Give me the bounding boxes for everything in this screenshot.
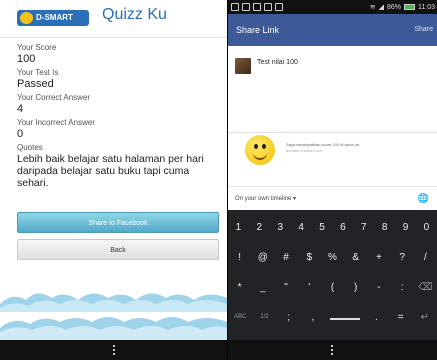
key-open-paren[interactable]: ( [323, 282, 342, 293]
share-header: Share Link Share [228, 14, 437, 46]
notification-icons [231, 3, 283, 11]
preview-title: Saya mendapatkan score 100 di quizz ini [286, 142, 359, 147]
key-single-quote[interactable]: ' [300, 282, 319, 293]
battery-percent: 86% [386, 3, 401, 11]
facebook-share-screen: ≋ ◢ 86% 11:03 Share Link Share Test nila… [228, 0, 437, 360]
key-hash[interactable]: # [277, 252, 296, 263]
globe-icon[interactable]: 🌐 [418, 193, 429, 204]
battery-icon [404, 4, 415, 10]
keyboard-row-numbers: 1 2 3 4 5 6 7 8 9 0 [228, 214, 437, 240]
wifi-icon: ≋ [369, 4, 376, 11]
key-9[interactable]: 9 [396, 222, 415, 233]
key-percent[interactable]: % [323, 252, 342, 263]
key-minus[interactable]: - [369, 282, 388, 293]
overflow-menu-icon[interactable] [112, 344, 116, 356]
app-logo: D-SMART [17, 10, 89, 26]
app-header: D-SMART Quizz Ku [0, 0, 227, 38]
incorrect-answer-label: Your Incorrect Answer [17, 118, 95, 127]
key-colon[interactable]: : [393, 282, 412, 293]
test-status-value: Passed [17, 78, 54, 90]
notification-icon [253, 3, 261, 11]
correct-answer-label: Your Correct Answer [17, 93, 91, 102]
key-question[interactable]: ? [393, 252, 412, 263]
key-at[interactable]: @ [253, 252, 272, 263]
test-status-label: Your Test Is [17, 68, 59, 77]
notification-icon [231, 3, 239, 11]
app-title: Quizz Ku [102, 6, 167, 23]
key-double-quote[interactable]: " [277, 282, 296, 293]
quote-text: Lebih baik belajar satu halaman per hari… [17, 153, 204, 189]
key-1[interactable]: 1 [229, 222, 248, 233]
post-text-input[interactable]: Test nilai 100 [257, 59, 298, 66]
user-avatar [235, 58, 251, 74]
audience-selector[interactable]: On your own timeline ▾ 🌐 [228, 186, 437, 210]
quiz-app-screen: D-SMART Quizz Ku Your Score 100 Your Tes… [0, 0, 227, 360]
key-8[interactable]: 8 [375, 222, 394, 233]
clock: 11:03 [418, 3, 435, 11]
preview-domain: domain.d-smart.com [286, 148, 323, 153]
keyboard-row-bottom: ABC 1/2 ; , . = ↵ [228, 304, 437, 330]
score-label: Your Score [17, 43, 57, 52]
score-value: 100 [17, 53, 36, 65]
incorrect-answer-value: 0 [17, 128, 24, 140]
quotes-label: Quotes [17, 143, 43, 152]
key-comma[interactable]: , [303, 312, 322, 323]
key-exclamation[interactable]: ! [230, 252, 249, 263]
key-equals[interactable]: = [391, 312, 410, 323]
key-plus[interactable]: + [369, 252, 388, 263]
space-key[interactable] [328, 312, 362, 323]
owl-icon [20, 12, 33, 24]
notification-icon [242, 3, 250, 11]
key-5[interactable]: 5 [313, 222, 332, 233]
clouds-decoration [0, 282, 227, 340]
key-0[interactable]: 0 [417, 222, 436, 233]
result-panel: Your Score 100 Your Test Is Passed Your … [17, 43, 222, 189]
notification-icon [275, 3, 283, 11]
backspace-icon[interactable]: ⌫ [416, 282, 435, 293]
audience-text: On your own timeline [235, 196, 292, 202]
android-nav-bar [0, 340, 227, 360]
key-dollar[interactable]: $ [300, 252, 319, 263]
link-preview[interactable]: Saya mendapatkan score 100 di quizz ini … [228, 132, 437, 180]
key-underscore[interactable]: _ [253, 282, 272, 293]
key-asterisk[interactable]: * [230, 282, 249, 293]
key-period[interactable]: . [367, 312, 386, 323]
notification-icon [264, 3, 272, 11]
keyboard-row-symbols-1: ! @ # $ % & + ? / [228, 244, 437, 270]
share-to-facebook-button[interactable]: Share to Facebook [17, 212, 219, 233]
share-action-button[interactable]: Share [414, 26, 433, 33]
key-abc[interactable]: ABC [231, 314, 250, 320]
on-screen-keyboard: 1 2 3 4 5 6 7 8 9 0 ! @ # $ % & + ? / * … [228, 210, 437, 340]
key-6[interactable]: 6 [333, 222, 352, 233]
chevron-down-icon: ▾ [293, 196, 297, 202]
key-close-paren[interactable]: ) [346, 282, 365, 293]
key-4[interactable]: 4 [292, 222, 311, 233]
header-title: Share Link [236, 25, 280, 35]
smiley-thumbnail-icon [245, 135, 275, 165]
overflow-menu-icon[interactable] [330, 344, 334, 356]
back-button[interactable]: Back [17, 239, 219, 260]
status-right: ≋ ◢ 86% 11:03 [369, 3, 435, 12]
logo-text: D-SMART [36, 13, 73, 22]
correct-answer-value: 4 [17, 103, 24, 115]
key-2[interactable]: 2 [250, 222, 269, 233]
key-7[interactable]: 7 [354, 222, 373, 233]
audience-label[interactable]: On your own timeline ▾ [235, 195, 296, 202]
key-3[interactable]: 3 [271, 222, 290, 233]
status-bar: ≋ ◢ 86% 11:03 [228, 0, 437, 14]
signal-icon: ◢ [378, 4, 384, 11]
key-page-toggle[interactable]: 1/2 [255, 314, 274, 320]
key-semicolon[interactable]: ; [279, 312, 298, 323]
key-ampersand[interactable]: & [346, 252, 365, 263]
eye-icon [262, 144, 266, 149]
key-slash[interactable]: / [416, 252, 435, 263]
keyboard-row-symbols-2: * _ " ' ( ) - : ⌫ [228, 274, 437, 300]
enter-icon[interactable]: ↵ [415, 312, 434, 323]
android-nav-bar [228, 340, 437, 360]
eye-icon [254, 144, 258, 149]
